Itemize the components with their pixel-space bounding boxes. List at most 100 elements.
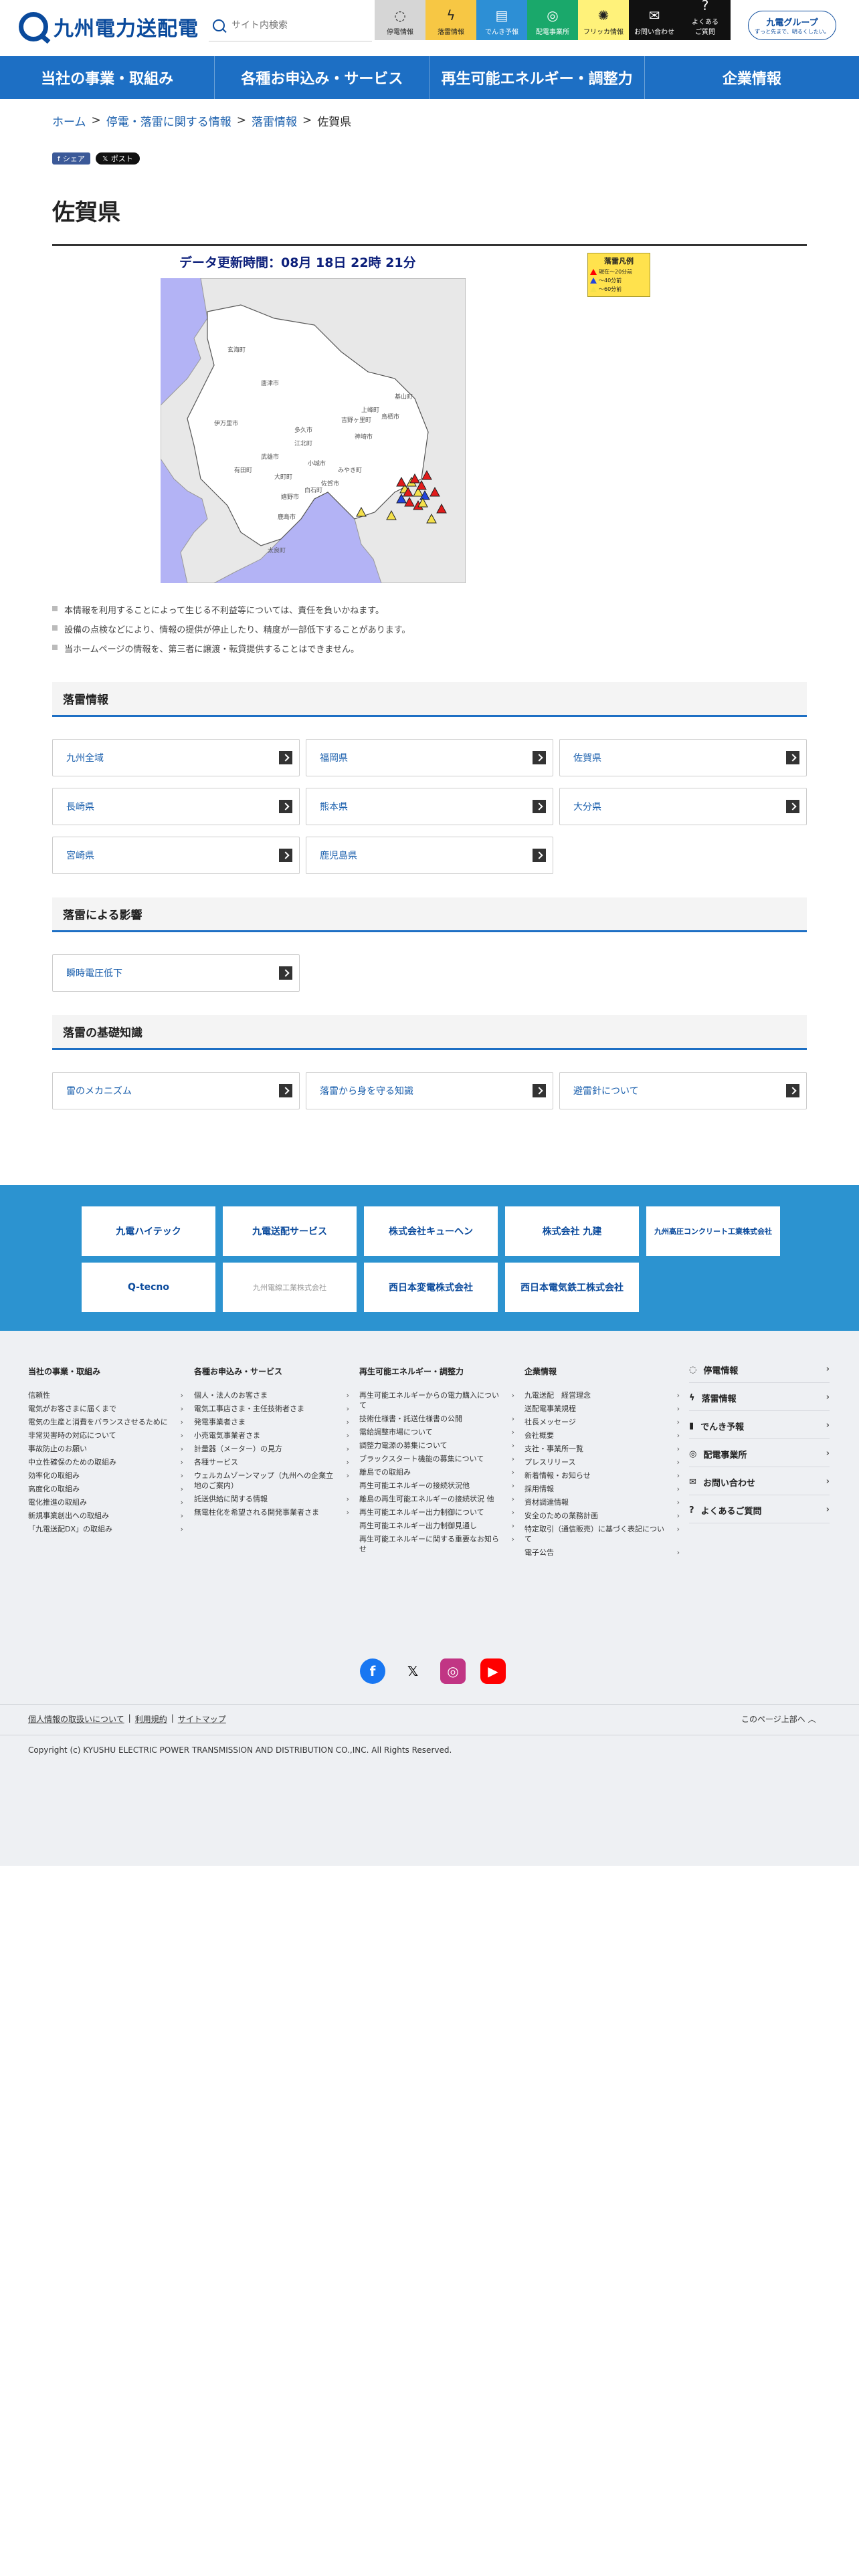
footer-link[interactable]: 会社概要 — [524, 1430, 682, 1440]
search-icon[interactable] — [213, 19, 225, 31]
terms-link[interactable]: 利用規約 — [135, 1713, 167, 1725]
footer-side-mail[interactable]: ✉ お問い合わせ — [689, 1470, 830, 1495]
site-logo[interactable]: 九州電力送配電 — [19, 12, 199, 41]
back-to-top-link[interactable]: このページ上部へ ︿ — [741, 1713, 816, 1725]
breadcrumb-home[interactable]: ホーム — [52, 112, 86, 129]
search-input[interactable] — [231, 19, 352, 31]
link-kagoshima[interactable]: 鹿児島県 — [306, 837, 553, 874]
breadcrumb-lightning[interactable]: 落雷情報 — [252, 112, 297, 129]
group-banner[interactable]: Q-tecno — [82, 1263, 215, 1312]
footer-link[interactable]: 「九電送配DX」の取組み — [28, 1524, 186, 1534]
footer-link[interactable]: 新着情報・お知らせ — [524, 1471, 682, 1481]
group-banner[interactable]: 西日本電気鉄工株式会社 — [505, 1263, 639, 1312]
link-voltage-dip[interactable]: 瞬時電圧低下 — [52, 954, 300, 992]
quick-nav-pin[interactable]: ◎ 配電事業所 — [527, 0, 578, 40]
footer-link[interactable]: 効率化の取組み — [28, 1471, 186, 1481]
x-icon[interactable]: 𝕏 — [400, 1658, 425, 1684]
gnav-business[interactable]: 当社の事業・取組み — [0, 56, 215, 99]
group-banner[interactable]: 株式会社キューヘン — [364, 1206, 498, 1256]
footer-link[interactable]: 電子公告 — [524, 1547, 682, 1558]
quick-nav-meter[interactable]: ▤ でんき予報 — [476, 0, 527, 40]
footer-link[interactable]: 調整力電源の募集について — [359, 1440, 517, 1451]
footer-link[interactable]: 託送供給に関する情報 — [194, 1494, 352, 1504]
footer-link[interactable]: 技術仕様書・託送仕様書の公開 — [359, 1414, 517, 1424]
group-banner[interactable]: 九州高圧コンクリート工業株式会社 — [646, 1206, 780, 1256]
group-banner[interactable]: 九州電線工業株式会社 — [223, 1263, 357, 1312]
footer-link[interactable]: 需給調整市場について — [359, 1427, 517, 1437]
quick-nav-flicker[interactable]: ✺ フリッカ情報 — [578, 0, 629, 40]
footer-link[interactable]: 小売電気事業者さま — [194, 1430, 352, 1440]
privacy-link[interactable]: 個人情報の取扱いについて — [28, 1713, 124, 1725]
instagram-icon[interactable]: ◎ — [440, 1658, 466, 1684]
group-banner[interactable]: 九電ハイテック — [82, 1206, 215, 1256]
gnav-services[interactable]: 各種お申込み・サービス — [215, 56, 430, 99]
footer-link[interactable]: 電気がお客さまに届くまで — [28, 1404, 186, 1414]
footer-link[interactable]: 支社・事業所一覧 — [524, 1444, 682, 1454]
footer-link[interactable]: 信頼性 — [28, 1390, 186, 1400]
link-nagasaki[interactable]: 長崎県 — [52, 788, 300, 825]
link-fukuoka[interactable]: 福岡県 — [306, 739, 553, 776]
quick-nav-bulb[interactable]: ◌ 停電情報 — [375, 0, 425, 40]
footer-link[interactable]: プレスリリース — [524, 1457, 682, 1467]
footer-side-pin[interactable]: ◎ 配電事業所 — [689, 1442, 830, 1467]
link-miyazaki[interactable]: 宮崎県 — [52, 837, 300, 874]
link-safety[interactable]: 落雷から身を守る知識 — [306, 1072, 553, 1109]
footer-link[interactable]: 計量器（メーター）の見方 — [194, 1444, 352, 1454]
group-banner[interactable]: 西日本変電株式会社 — [364, 1263, 498, 1312]
link-oita[interactable]: 大分県 — [559, 788, 807, 825]
footer-link[interactable]: 電化推進の取組み — [28, 1497, 186, 1507]
footer-link[interactable]: 九電送配 経営理念 — [524, 1390, 682, 1400]
quick-nav-question[interactable]: ? よくある ご質問 — [680, 0, 731, 40]
footer-link[interactable]: 各種サービス — [194, 1457, 352, 1467]
footer-link[interactable]: 再生可能エネルギーの接続状況他 — [359, 1481, 517, 1491]
footer-link[interactable]: 特定取引（通信販売）に基づく表記について — [524, 1524, 682, 1544]
footer-link[interactable]: 無電柱化を希望される開発事業者さま — [194, 1507, 352, 1517]
quick-nav-lightning[interactable]: ϟ 落雷情報 — [425, 0, 476, 40]
footer-link[interactable]: 送配電事業規程 — [524, 1404, 682, 1414]
footer-link[interactable]: 高度化の取組み — [28, 1484, 186, 1494]
link-kyushu-all[interactable]: 九州全域 — [52, 739, 300, 776]
footer-link[interactable]: 再生可能エネルギー出力制御について — [359, 1507, 517, 1517]
footer-link[interactable]: 安全のための業務計画 — [524, 1511, 682, 1521]
facebook-icon[interactable]: f — [360, 1658, 385, 1684]
footer-link[interactable]: 離島での取組み — [359, 1467, 517, 1477]
footer-link[interactable]: 発電事業者さま — [194, 1417, 352, 1427]
footer-link[interactable]: 再生可能エネルギー出力制御見通し — [359, 1521, 517, 1531]
footer-link[interactable]: 再生可能エネルギーに関する重要なお知らせ — [359, 1534, 517, 1554]
x-post-button[interactable]: 𝕏 ポスト — [95, 152, 140, 165]
quick-nav-mail[interactable]: ✉ お問い合わせ — [629, 0, 680, 40]
group-banner[interactable]: 株式会社 九建 — [505, 1206, 639, 1256]
footer-side-question[interactable]: ? よくあるご質問 — [689, 1498, 830, 1523]
breadcrumb-outage[interactable]: 停電・落雷に関する情報 — [106, 112, 231, 129]
facebook-share-button[interactable]: f シェア — [52, 152, 90, 165]
link-saga[interactable]: 佐賀県 — [559, 739, 807, 776]
footer-link[interactable]: 中立性確保のための取組み — [28, 1457, 186, 1467]
footer-link[interactable]: 新規事業創出への取組み — [28, 1511, 186, 1521]
footer-link[interactable]: 電気の生産と消費をバランスさせるために — [28, 1417, 186, 1427]
group-logo[interactable]: 九電グループ ずっと先まで、明るくしたい。 — [748, 11, 836, 40]
note-item: 設備の点検などにより、情報の提供が停止したり、精度が一部低下することがあります。 — [52, 623, 410, 635]
footer-side-meter[interactable]: ▮ でんき予報 — [689, 1414, 830, 1439]
footer-side-bulb[interactable]: ◌ 停電情報 — [689, 1358, 830, 1383]
gnav-renewable[interactable]: 再生可能エネルギー・調整力 — [430, 56, 645, 99]
sitemap-link[interactable]: サイトマップ — [178, 1713, 226, 1725]
link-mechanism[interactable]: 雷のメカニズム — [52, 1072, 300, 1109]
footer-side-lightning[interactable]: ϟ 落雷情報 — [689, 1386, 830, 1411]
footer-link[interactable]: 再生可能エネルギーからの電力購入について — [359, 1390, 517, 1410]
footer-link[interactable]: 資材調達情報 — [524, 1497, 682, 1507]
group-banner[interactable]: 九電送配サービス — [223, 1206, 357, 1256]
chevron-up-icon: ︿ — [807, 1715, 816, 1724]
gnav-company[interactable]: 企業情報 — [645, 56, 859, 99]
footer-link[interactable]: 事故防止のお願い — [28, 1444, 186, 1454]
footer-link[interactable]: ブラックスタート機能の募集について — [359, 1454, 517, 1464]
youtube-icon[interactable]: ▶ — [480, 1658, 506, 1684]
footer-link[interactable]: 採用情報 — [524, 1484, 682, 1494]
footer-link[interactable]: ウェルカムゾーンマップ（九州への企業立地のご案内） — [194, 1471, 352, 1491]
footer-link[interactable]: 非常災害時の対応について — [28, 1430, 186, 1440]
footer-link[interactable]: 電気工事店さま・主任技術者さま — [194, 1404, 352, 1414]
footer-link[interactable]: 社長メッセージ — [524, 1417, 682, 1427]
footer-link[interactable]: 個人・法人のお客さま — [194, 1390, 352, 1400]
link-kumamoto[interactable]: 熊本県 — [306, 788, 553, 825]
footer-link[interactable]: 離島の再生可能エネルギーの接続状況 他 — [359, 1494, 517, 1504]
link-lightning-rod[interactable]: 避雷針について — [559, 1072, 807, 1109]
